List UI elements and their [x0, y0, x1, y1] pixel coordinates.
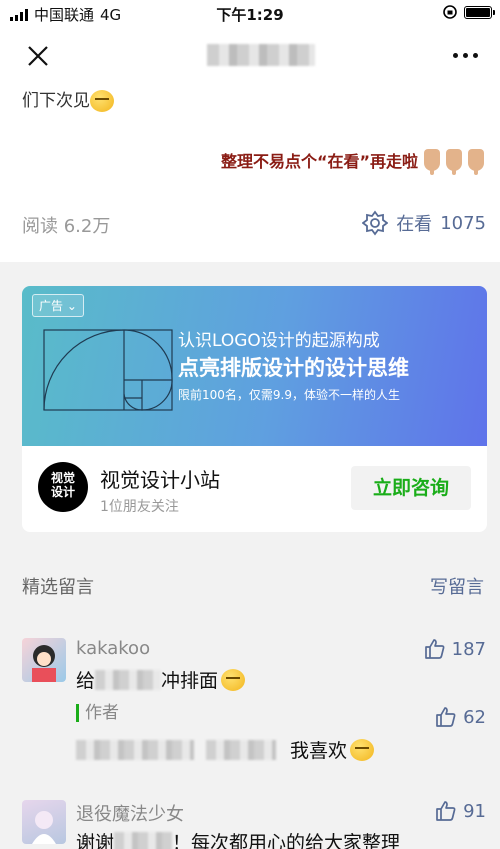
author-reply-label: 作者	[76, 704, 119, 722]
ad-subline: 限前100名，仅需9.9，体验不一样的人生	[178, 388, 400, 402]
thumbs-up-icon	[436, 707, 456, 727]
author-reply-text: 我喜欢	[76, 736, 375, 763]
article-tail-text: 们下次见	[22, 86, 114, 112]
like-count: 187	[451, 638, 486, 660]
cta-line: 整理不易点个“在看”再走啦	[220, 148, 484, 175]
redacted-text	[76, 739, 194, 760]
brand-logo[interactable]: 视觉 设计	[38, 462, 88, 512]
pointing-down-icon	[468, 149, 484, 175]
clock: 下午1:29	[216, 6, 284, 24]
write-comment-button[interactable]: 写留言	[430, 573, 484, 599]
ad-banner[interactable]: 广告 ⌄ 认识LOGO设计的起源构成 点亮排版设计的设计思维 限前100名，仅需…	[22, 286, 487, 446]
redacted-text	[114, 831, 173, 849]
comment-like-button[interactable]: 187	[424, 638, 486, 660]
read-count: 阅读 6.2万	[22, 216, 111, 237]
battery-icon	[464, 5, 495, 19]
watching-button[interactable]: 在看 1075	[362, 210, 486, 236]
watching-icon	[362, 210, 389, 236]
nav-bar	[0, 26, 500, 86]
ad-headline-2: 点亮排版设计的设计思维	[178, 356, 409, 380]
pointing-down-icon	[424, 149, 440, 175]
comment-text: 给 冲排面	[76, 666, 246, 693]
consult-button[interactable]: 立即咨询	[351, 466, 471, 510]
ad-headline-1: 认识LOGO设计的起源构成	[178, 331, 380, 351]
brand-followers: 1位朋友关注	[100, 499, 179, 515]
smirk-emoji-icon	[350, 738, 375, 761]
pointing-down-icon	[446, 149, 462, 175]
watching-count: 1075	[440, 212, 486, 234]
comments-title: 精选留言	[22, 577, 94, 598]
like-count: 91	[463, 800, 486, 822]
more-icon[interactable]	[453, 53, 478, 58]
brand-name[interactable]: 视觉设计小站	[100, 464, 220, 493]
smirk-emoji-icon	[221, 668, 246, 691]
redacted-text	[206, 739, 276, 760]
cta-text: 整理不易点个“在看”再走啦	[220, 152, 418, 171]
watching-label: 在看	[396, 214, 433, 235]
smirk-emoji-icon	[90, 90, 114, 112]
thumbs-up-icon	[436, 801, 456, 821]
golden-spiral-graphic	[43, 329, 173, 411]
rotation-lock-icon	[443, 5, 457, 19]
like-count: 62	[463, 706, 486, 728]
thumbs-up-icon	[424, 639, 445, 659]
page-title-blurred	[207, 44, 315, 66]
redacted-text	[95, 669, 162, 690]
comment-text: 谢谢 ！每次都用心的给大家整理	[76, 828, 400, 849]
comment-username[interactable]: 退役魔法少女	[76, 800, 184, 826]
avatar[interactable]	[22, 638, 66, 682]
close-icon[interactable]	[26, 44, 50, 68]
article-footer: 们下次见 整理不易点个“在看”再走啦 阅读 6.2万 在看 1075	[0, 86, 500, 262]
ad-tag[interactable]: 广告 ⌄	[32, 294, 84, 317]
ad-card[interactable]: 广告 ⌄ 认识LOGO设计的起源构成 点亮排版设计的设计思维 限前100名，仅需…	[22, 286, 487, 532]
comment-like-button[interactable]: 91	[435, 800, 486, 822]
comment-username[interactable]: kakakoo	[76, 638, 150, 659]
status-bar: 中国联通 4G 下午1:29	[0, 0, 500, 26]
comment-like-button[interactable]: 62	[435, 706, 486, 728]
avatar[interactable]	[22, 800, 66, 844]
